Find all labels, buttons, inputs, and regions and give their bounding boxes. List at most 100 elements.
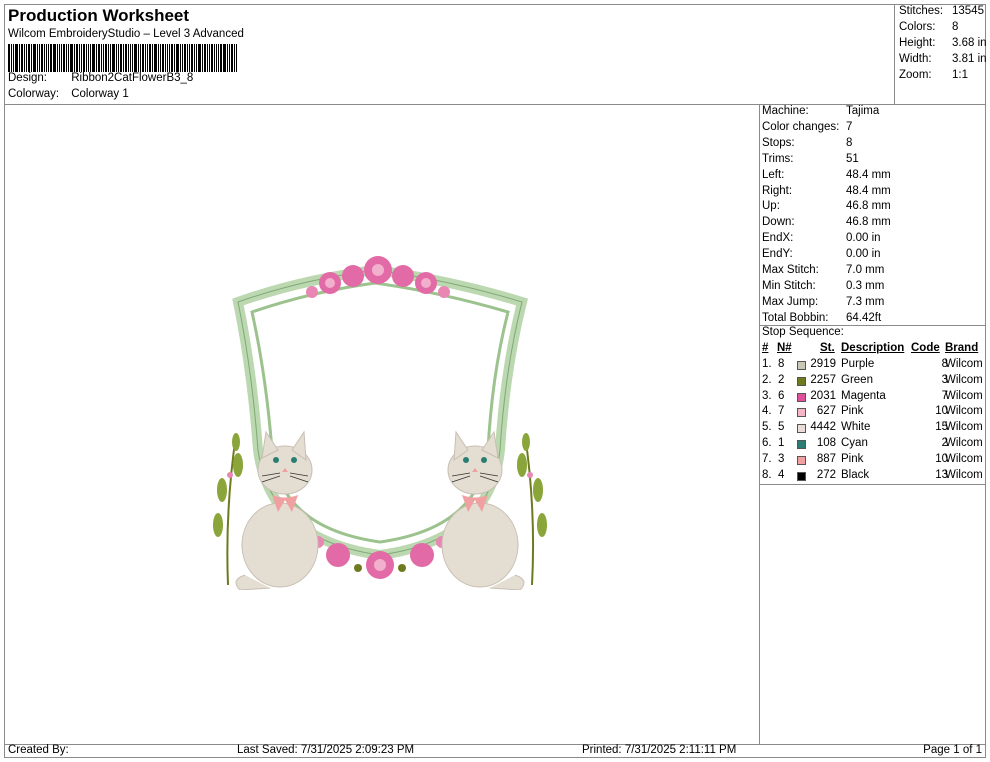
color-swatch bbox=[797, 408, 806, 418]
design-row: Design: Ribbon2CatFlowerB3_8 bbox=[8, 72, 193, 84]
barcode-bar bbox=[149, 44, 151, 72]
barcode-bar bbox=[83, 44, 85, 72]
cell-desc: Cyan bbox=[841, 437, 868, 449]
cell-n: 8 bbox=[778, 358, 785, 370]
color-swatch bbox=[797, 455, 806, 465]
col-header-n: N# bbox=[777, 342, 792, 354]
col-header-description: Description bbox=[841, 342, 905, 354]
barcode-bar bbox=[160, 44, 161, 72]
cell-num: 5. bbox=[762, 421, 772, 434]
barcode-bar bbox=[214, 44, 215, 72]
cell-n: 7 bbox=[778, 405, 785, 418]
col-header-brand: Brand bbox=[945, 342, 979, 354]
barcode-bar bbox=[101, 44, 102, 72]
cell-num: 6. bbox=[762, 437, 772, 449]
table-row: 4. 7 627 Pink 10 Wilcom bbox=[762, 405, 986, 421]
colorway-label: Colorway: bbox=[8, 88, 60, 100]
spec-label: Down: bbox=[762, 216, 795, 229]
barcode-bar bbox=[180, 44, 181, 72]
stop-sequence-title: Stop Sequence: bbox=[762, 326, 844, 338]
right-cat bbox=[441, 430, 525, 590]
cell-st: 2919 bbox=[810, 358, 836, 370]
barcode-bar bbox=[158, 44, 159, 72]
cell-brand: Wilcom bbox=[945, 358, 983, 370]
color-swatch bbox=[797, 471, 806, 481]
spec-label: Right: bbox=[762, 184, 793, 197]
spec-label: EndY: bbox=[762, 248, 793, 261]
cell-n: 1 bbox=[778, 437, 785, 449]
spec-value: 51 bbox=[846, 152, 859, 165]
barcode-bar bbox=[234, 44, 235, 72]
table-row: 5. 5 4442 White 15 Wilcom bbox=[762, 421, 986, 437]
barcode-bar bbox=[46, 44, 47, 72]
barcode-bar bbox=[145, 44, 146, 72]
barcode-bar bbox=[11, 44, 12, 72]
barcode-bar bbox=[81, 44, 82, 72]
col-header-st: St. bbox=[820, 342, 835, 354]
barcode-bar bbox=[96, 44, 97, 72]
barcode-bar bbox=[142, 44, 144, 72]
barcode-bar bbox=[116, 44, 117, 72]
barcode-bar bbox=[211, 44, 213, 72]
cell-n: 5 bbox=[778, 421, 785, 434]
barcode-bar bbox=[120, 44, 122, 72]
spec-value: 48.4 mm bbox=[846, 168, 891, 181]
spec-label: Machine: bbox=[762, 105, 809, 117]
spec-value: 46.8 mm bbox=[846, 200, 891, 213]
barcode-bar bbox=[187, 44, 188, 72]
spec-label: Max Jump: bbox=[762, 295, 819, 308]
spec-label: Min Stitch: bbox=[762, 279, 816, 292]
header-divider bbox=[4, 104, 986, 105]
spec-label: Color changes: bbox=[762, 120, 840, 133]
barcode-bar bbox=[112, 44, 115, 72]
barcode-bar bbox=[140, 44, 141, 72]
barcode-bar bbox=[231, 44, 233, 72]
cell-brand: Wilcom bbox=[945, 421, 983, 434]
barcode-bar bbox=[98, 44, 100, 72]
barcode-bar bbox=[147, 44, 148, 72]
barcode-bar bbox=[204, 44, 206, 72]
barcode-bar bbox=[86, 44, 87, 72]
barcode-bar bbox=[174, 44, 175, 72]
barcode-bar bbox=[132, 44, 133, 72]
color-swatch bbox=[797, 424, 806, 434]
design-label: Design: bbox=[8, 72, 47, 84]
barcode-bar bbox=[31, 44, 32, 72]
cell-st: 272 bbox=[816, 468, 836, 481]
barcode-bar bbox=[63, 44, 65, 72]
col-header-code: Code bbox=[911, 342, 940, 354]
barcode-bar bbox=[41, 44, 43, 72]
barcode-bar bbox=[92, 44, 95, 72]
barcode-bar bbox=[26, 44, 27, 72]
barcode-bar bbox=[76, 44, 78, 72]
cell-desc: Purple bbox=[841, 358, 875, 370]
cell-brand: Wilcom bbox=[945, 468, 983, 481]
col-header-num: # bbox=[762, 342, 769, 354]
spec-value: 7 bbox=[846, 120, 853, 133]
barcode-bar bbox=[191, 44, 193, 72]
barcode bbox=[8, 44, 286, 72]
barcode-bar bbox=[68, 44, 69, 72]
barcode-bar bbox=[152, 44, 153, 72]
barcode-bar bbox=[19, 44, 20, 72]
cell-num: 4. bbox=[762, 405, 772, 418]
spec-label: Left: bbox=[762, 168, 785, 181]
printed-date: Printed: 7/31/2025 2:11:11 PM bbox=[582, 744, 737, 756]
cell-desc: White bbox=[841, 421, 871, 434]
cell-brand: Wilcom bbox=[945, 437, 983, 449]
barcode-bar bbox=[182, 44, 183, 72]
spec-label: Trims: bbox=[762, 152, 794, 165]
barcode-bar bbox=[8, 44, 10, 72]
barcode-bar bbox=[220, 44, 222, 72]
color-swatch bbox=[797, 361, 806, 370]
cell-st: 2257 bbox=[810, 373, 836, 386]
barcode-bar bbox=[134, 44, 137, 72]
cell-desc: Green bbox=[841, 373, 873, 386]
barcode-bar bbox=[66, 44, 67, 72]
barcode-bar bbox=[88, 44, 89, 72]
cell-desc: Magenta bbox=[841, 389, 886, 402]
color-swatch bbox=[797, 440, 806, 449]
cell-num: 1. bbox=[762, 358, 772, 370]
barcode-bar bbox=[130, 44, 131, 72]
barcode-bar bbox=[90, 44, 91, 72]
